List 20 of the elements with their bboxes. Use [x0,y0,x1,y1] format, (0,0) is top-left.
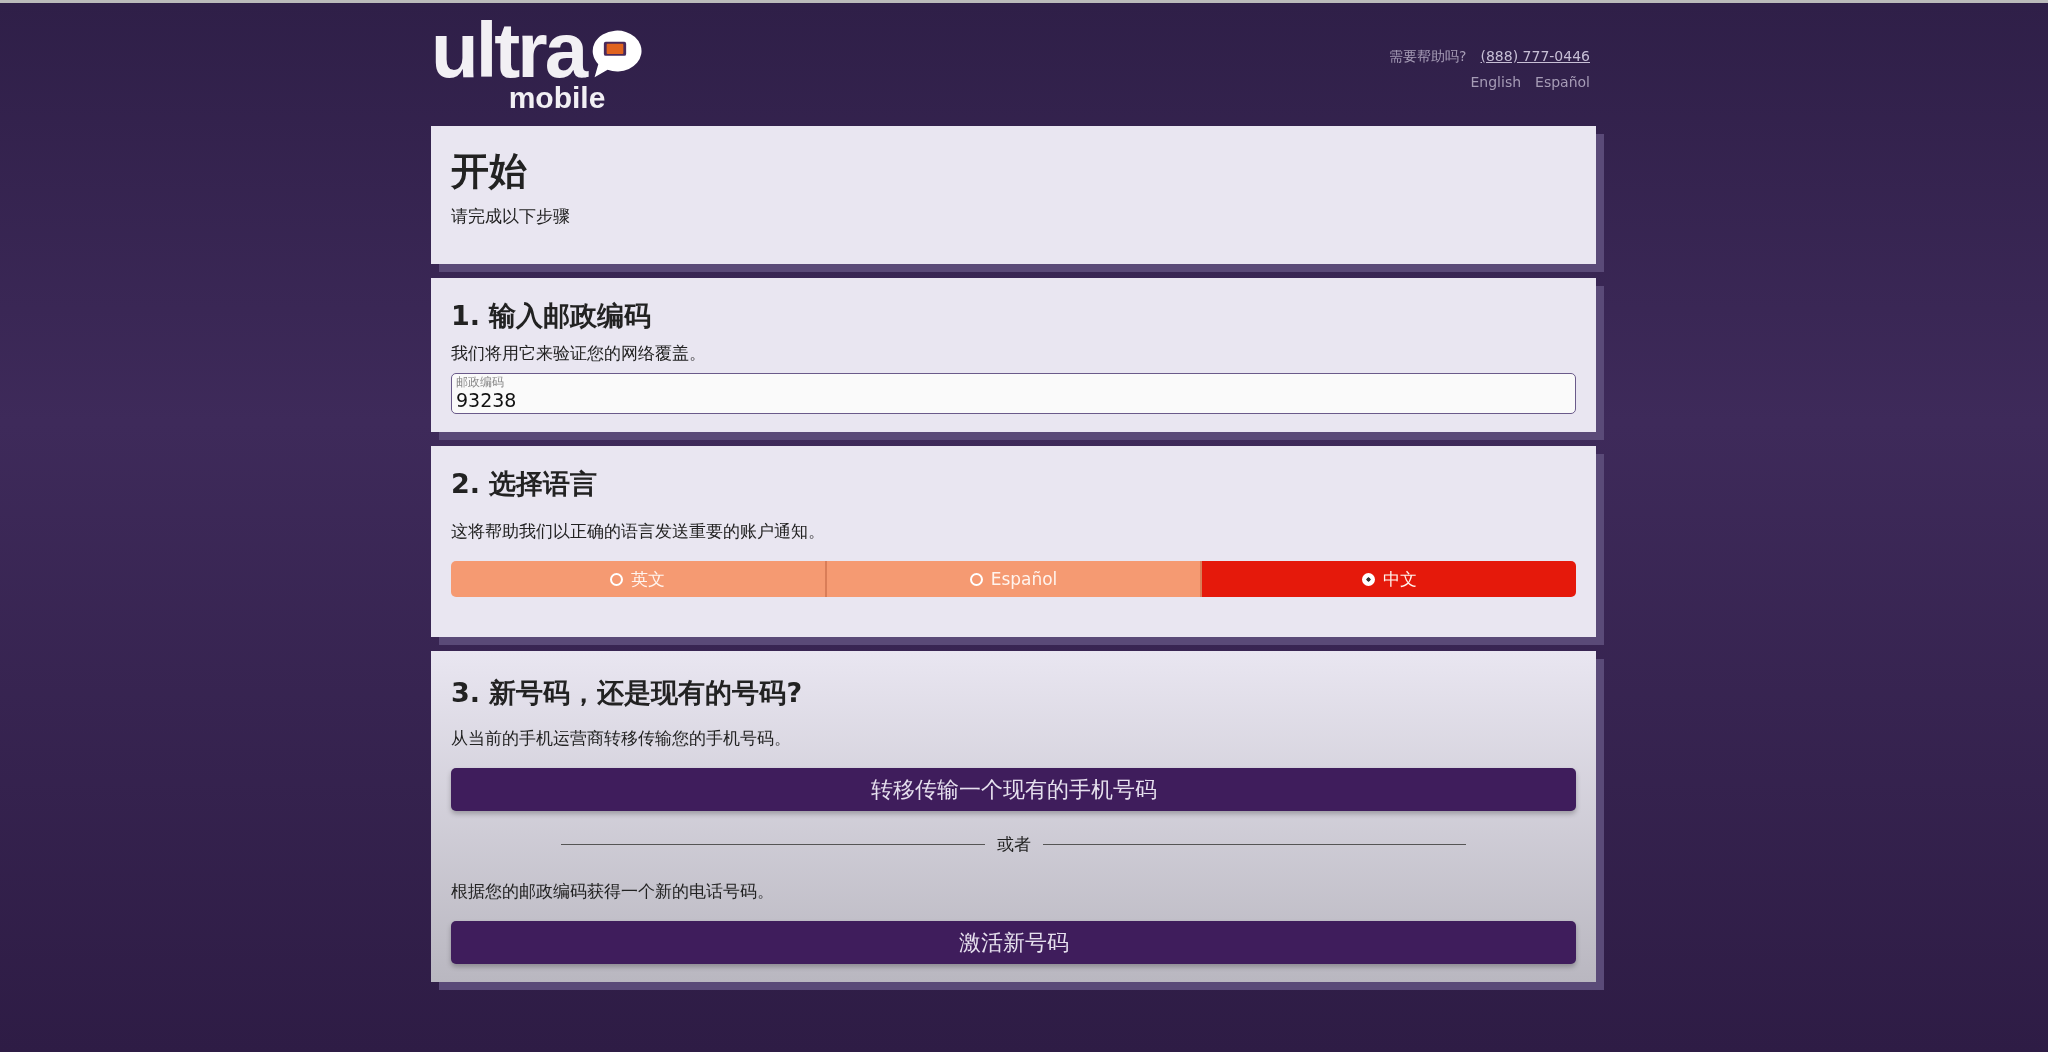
step-description: 从当前的手机运营商转移传输您的手机号码。 [451,727,792,750]
page-title: 开始 [451,148,528,195]
help-label: 需要帮助吗? [1389,48,1467,66]
step-title: 3. 新号码，还是现有的号码? [451,676,804,710]
logo-subtitle: mobile [508,83,606,113]
step-title: 1. 输入邮政编码 [451,299,653,333]
zip-input-field[interactable]: 邮政编码 93238 [451,373,1576,414]
step-description: 我们将用它来验证您的网络覆盖。 [451,342,707,365]
step-description: 根据您的邮政编码获得一个新的电话号码。 [451,880,775,903]
step-title: 2. 选择语言 [451,467,599,501]
language-link[interactable]: English [1470,74,1522,90]
divider-label: 或者 [996,833,1031,856]
language-link[interactable]: Español [1535,74,1590,90]
phone-link[interactable]: (888) 777-0446 [1480,48,1590,66]
page-subtitle: 请完成以下步骤 [451,205,571,228]
language-option[interactable]: 中文 [1202,561,1576,597]
activate-new-number-button[interactable]: 激活新号码 [451,921,1576,964]
step-description: 这将帮助我们以正确的语言发送重要的账户通知。 [451,520,826,543]
transfer-number-button[interactable]: 转移传输一个现有的手机号码 [451,768,1576,811]
logo-wordmark: ultra [431,17,585,83]
